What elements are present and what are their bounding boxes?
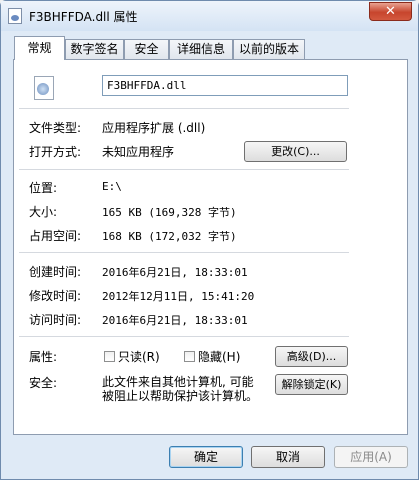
disk-size-label: 占用空间: <box>29 229 82 243</box>
created-value: 2016年6月21日, 18:33:01 <box>102 266 248 279</box>
size-value: 165 KB (169,328 字节) <box>102 206 237 219</box>
file-name-input[interactable]: F3BHFFDA.dll <box>102 75 348 96</box>
tab-security[interactable]: 安全 <box>124 39 169 59</box>
file-icon <box>8 8 22 24</box>
accessed-label: 访问时间: <box>29 313 82 327</box>
title-bar[interactable]: F3BHFFDA.dll 属性 ✕ <box>1 1 418 31</box>
apply-button[interactable]: 应用(A) <box>334 446 408 468</box>
size-label: 大小: <box>29 205 58 219</box>
file-type-value: 应用程序扩展 (.dll) <box>102 121 206 135</box>
open-with-value: 未知应用程序 <box>102 145 175 159</box>
tab-general[interactable]: 常规 <box>14 36 65 60</box>
modified-value: 2012年12月11日, 15:41:20 <box>102 290 255 303</box>
cancel-button[interactable]: 取消 <box>251 446 325 468</box>
tab-details[interactable]: 详细信息 <box>169 39 233 59</box>
attributes-label: 属性: <box>29 350 58 364</box>
modified-label: 修改时间: <box>29 289 82 303</box>
location-label: 位置: <box>29 181 58 195</box>
security-label: 安全: <box>29 376 58 390</box>
window-title: F3BHFFDA.dll 属性 <box>29 10 138 24</box>
file-type-label: 文件类型: <box>29 121 82 135</box>
hidden-checkbox[interactable] <box>184 351 195 362</box>
ok-button[interactable]: 确定 <box>169 446 243 468</box>
change-button[interactable]: 更改(C)... <box>244 141 347 162</box>
properties-dialog: F3BHFFDA.dll 属性 ✕ 常规 数字签名 安全 详细信息 以前的版本 … <box>0 0 419 480</box>
separator <box>19 169 349 170</box>
readonly-checkbox[interactable] <box>104 351 115 362</box>
disk-size-value: 168 KB (172,032 字节) <box>102 230 237 243</box>
created-label: 创建时间: <box>29 265 82 279</box>
unblock-button[interactable]: 解除锁定(K) <box>275 374 348 395</box>
advanced-button[interactable]: 高级(D)... <box>275 346 348 367</box>
hidden-label[interactable]: 隐藏(H) <box>198 348 240 365</box>
separator <box>19 108 349 109</box>
security-message-line2: 被阻止以帮助保护该计算机。 <box>102 389 259 403</box>
tab-digital-signatures[interactable]: 数字签名 <box>65 39 124 59</box>
close-button[interactable]: ✕ <box>369 2 412 21</box>
separator <box>19 336 349 337</box>
accessed-value: 2016年6月21日, 18:33:01 <box>102 314 248 327</box>
tab-previous-versions[interactable]: 以前的版本 <box>233 39 305 59</box>
readonly-label[interactable]: 只读(R) <box>118 348 160 365</box>
dll-file-icon <box>34 76 54 100</box>
location-value: E:\ <box>102 180 122 193</box>
open-with-label: 打开方式: <box>29 145 82 159</box>
separator <box>19 252 349 253</box>
